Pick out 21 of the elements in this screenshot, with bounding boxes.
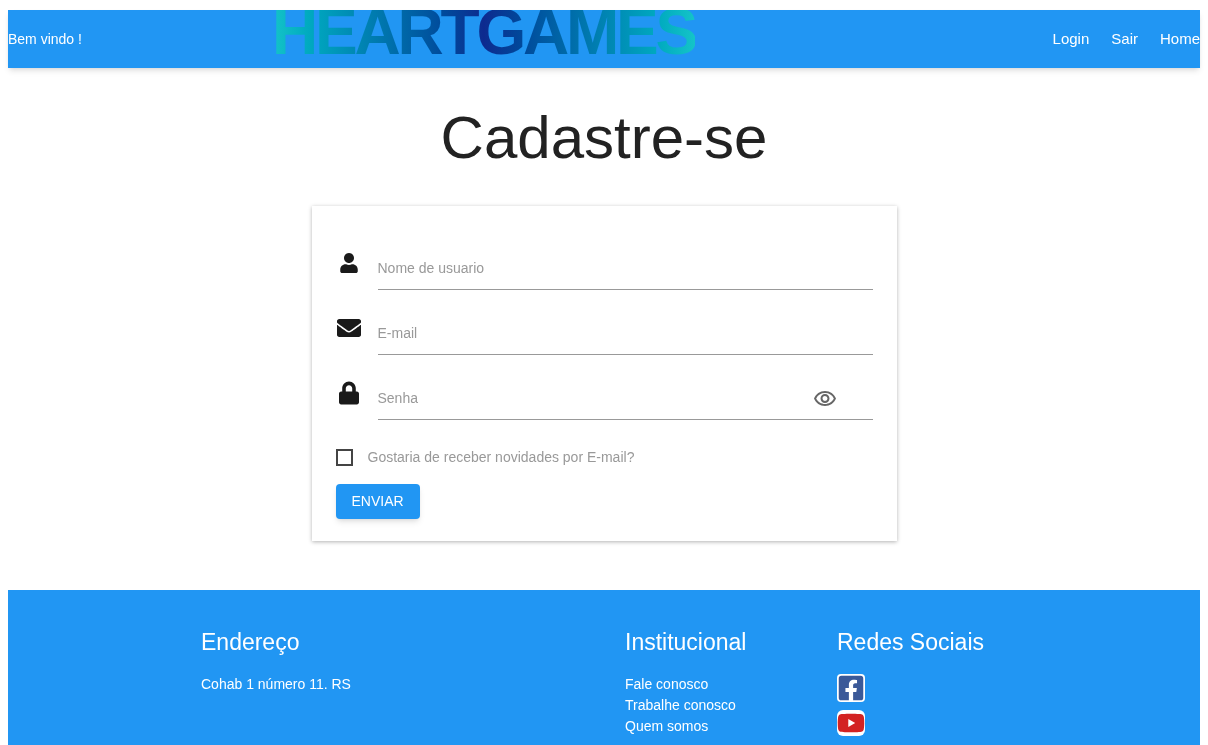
- nav-link[interactable]: Home: [1160, 27, 1200, 51]
- footer-heading: Redes Sociais: [837, 628, 985, 657]
- nav-link[interactable]: Login: [1052, 27, 1090, 51]
- submit-button[interactable]: ENVIAR: [335, 484, 420, 519]
- footer-heading: Institucional: [625, 628, 748, 657]
- nav-link[interactable]: Sair: [1111, 27, 1138, 51]
- footer-heading: Endereço: [201, 628, 301, 657]
- checkbox[interactable]: [335, 449, 353, 466]
- youtube-icon[interactable]: [837, 709, 865, 736]
- checkbox-label: Gostaria de receber novidades por E-mail?: [367, 448, 635, 467]
- footer-link[interactable]: Trabalhe conosco: [625, 694, 837, 716]
- facebook-icon[interactable]: [837, 673, 865, 702]
- address-text: Cohab 1 número 11. RS: [201, 674, 352, 694]
- lock-icon: [338, 380, 359, 405]
- footer-link[interactable]: Quem somos: [625, 715, 837, 737]
- welcome-text: Bem vindo !: [8, 29, 82, 49]
- person-icon: [338, 252, 359, 273]
- page-title: Cadastre-se: [439, 108, 769, 168]
- input-field[interactable]: Nome de usuario: [377, 247, 873, 290]
- footer-link[interactable]: Fale conosco: [625, 673, 837, 695]
- input-field[interactable]: E-mail: [377, 312, 873, 355]
